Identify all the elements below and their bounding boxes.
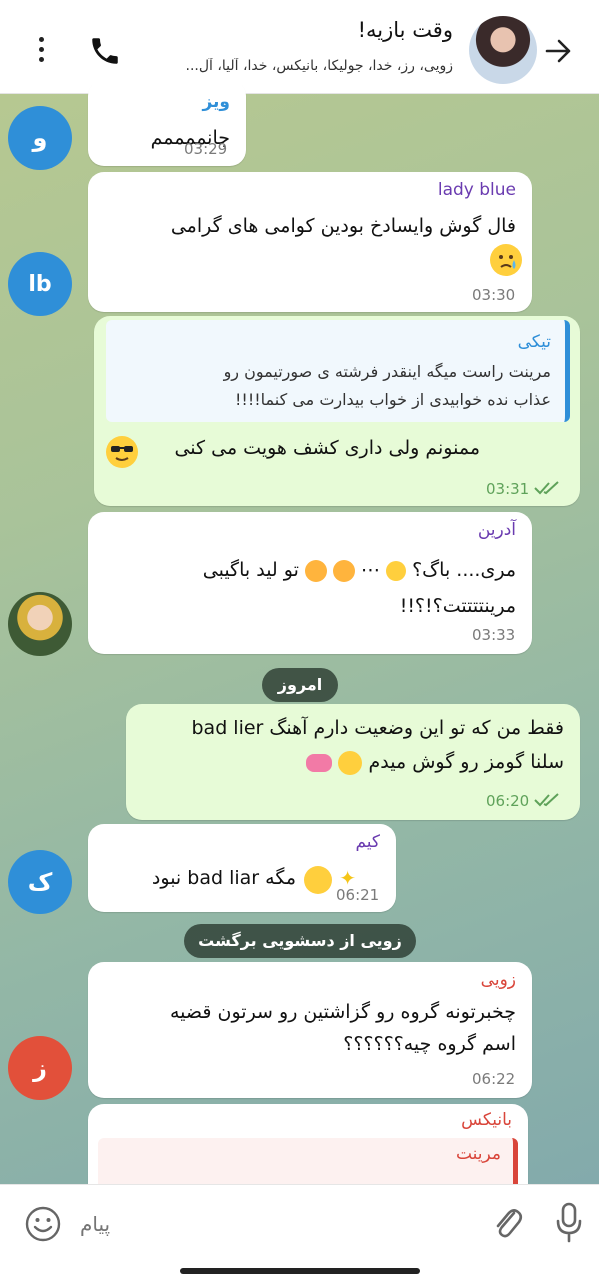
outgoing-message-bubble[interactable]: تیکی مرینت راست میگه اینقدر فرشته ی صورت…	[94, 316, 580, 506]
emoji-icon[interactable]	[24, 1205, 62, 1243]
message-text: اسم گروه چیه؟؟؟؟؟؟	[343, 1033, 516, 1055]
more-vertical-icon[interactable]	[34, 34, 48, 66]
message-text: سلنا گومز رو گوش میدم	[306, 746, 564, 778]
group-avatar[interactable]	[469, 16, 537, 84]
microphone-icon[interactable]	[554, 1201, 584, 1245]
avatar[interactable]: ز	[8, 1036, 72, 1100]
sunglasses-emoji-icon	[106, 436, 138, 468]
avatar[interactable]: ک	[8, 850, 72, 914]
message-bubble[interactable]: ویز جانممممم 03:29	[88, 80, 246, 166]
message-sender: lady blue	[437, 180, 516, 200]
reply-sender: مرینت	[455, 1144, 501, 1164]
rofl-emoji-icon	[338, 750, 363, 775]
phone-icon[interactable]	[88, 34, 122, 68]
message-time: 03:29	[184, 140, 228, 158]
avatar[interactable]: lb	[8, 252, 72, 316]
service-message: زویی از دسشویی برگشت	[184, 924, 416, 958]
home-indicator	[180, 1268, 420, 1274]
laughing-emoji-icon	[304, 866, 332, 894]
reply-text: عذاب نده خوابیدی از خواب بیدارت می کنما!…	[235, 390, 551, 409]
chat-header: وقت بازیه! زویی، رز، خدا، جولیکا، بانیکس…	[0, 0, 599, 94]
flushed-face-emoji-icon	[332, 559, 355, 582]
message-time: 03:31	[486, 480, 530, 498]
message-text: مگه bad liar نبود	[151, 867, 296, 889]
message-bubble[interactable]: آدرین مری.... باگ؟ ⋯ تو لید باگیبی مرینت…	[88, 512, 532, 654]
outgoing-message-bubble[interactable]: فقط من که تو این وضعیت دارم آهنگ bad lie…	[126, 704, 580, 820]
back-arrow-icon[interactable]	[543, 36, 573, 66]
message-text: مری.... باگ؟ ⋯ تو لید باگیبی	[202, 559, 516, 582]
message-text: فال گوش وایسادخ بودین کوامی های گرامی	[170, 215, 516, 237]
message-text: مرینتتتتت؟!؟!!	[399, 595, 516, 617]
attach-icon[interactable]	[490, 1203, 524, 1243]
message-input[interactable]	[80, 1203, 480, 1245]
ribbon-emoji-icon	[306, 753, 333, 772]
message-bubble[interactable]: کیم مگه bad liar نبود ✦ 06:21	[88, 824, 396, 912]
group-title[interactable]: وقت بازیه!	[358, 18, 453, 42]
message-sender: زویی	[480, 970, 516, 990]
message-sender: بانیکس	[461, 1110, 512, 1130]
message-sender: آدرین	[477, 520, 516, 540]
message-bubble[interactable]: lady blue فال گوش وایسادخ بودین کوامی ها…	[88, 172, 532, 312]
exploding-head-emoji-icon	[304, 559, 327, 582]
date-separator: امروز	[262, 668, 338, 702]
message-text: ممنونم ولی داری کشف هویت می کنی	[174, 437, 480, 459]
message-time: 03:33	[472, 626, 516, 644]
group-members[interactable]: زویی، رز، خدا، جولیکا، بانیکس، خدا، آلیا…	[123, 58, 453, 74]
avatar[interactable]: و	[8, 106, 72, 170]
message-sender: کیم	[355, 832, 380, 852]
message-time: 06:22	[472, 1070, 516, 1088]
message-bubble[interactable]: زویی چخبرتونه گروه رو گزاشتین رو سرتون ق…	[88, 962, 532, 1098]
double-check-icon	[534, 793, 559, 807]
avatar[interactable]	[8, 592, 72, 656]
message-text: چخبرتونه گروه رو گزاشتین رو سرتون قضیه	[170, 1001, 516, 1023]
reply-text: مرینت راست میگه اینقدر فرشته ی صورتیمون …	[223, 362, 551, 381]
message-text: فقط من که تو این وضعیت دارم آهنگ bad lie…	[191, 717, 564, 739]
message-sender: ویز	[202, 92, 230, 112]
double-check-icon	[534, 481, 559, 495]
reply-preview[interactable]: تیکی مرینت راست میگه اینقدر فرشته ی صورت…	[106, 320, 570, 422]
neutral-face-emoji-icon	[386, 560, 407, 581]
reply-sender: تیکی	[517, 332, 551, 352]
message-time: 03:30	[472, 286, 516, 304]
message-time: 06:20	[486, 792, 530, 810]
crying-face-emoji-icon	[490, 244, 522, 276]
message-time: 06:21	[336, 886, 380, 904]
